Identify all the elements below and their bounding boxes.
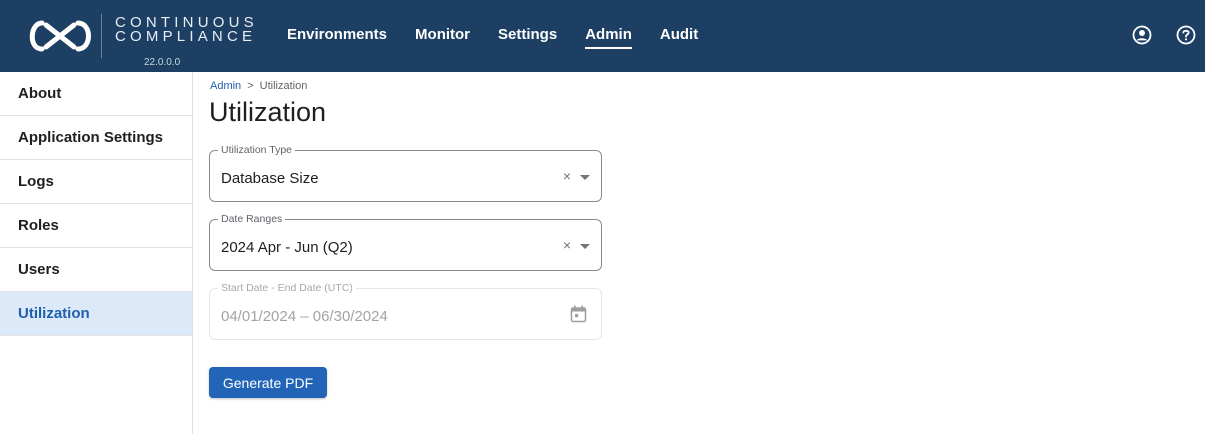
logo-text-line2: COMPLIANCE bbox=[115, 28, 257, 45]
date-ranges-clear-icon[interactable]: × bbox=[563, 237, 571, 253]
nav-admin[interactable]: Admin bbox=[585, 26, 632, 49]
date-range-picker: Start Date - End Date (UTC) 04/01/2024 –… bbox=[209, 282, 602, 340]
calendar-icon bbox=[570, 305, 587, 323]
sidebar-item-about[interactable]: About bbox=[0, 72, 192, 116]
main-nav: Environments Monitor Settings Admin Audi… bbox=[287, 26, 698, 49]
nav-monitor[interactable]: Monitor bbox=[415, 26, 470, 49]
top-app-bar: CONTINUOUS COMPLIANCE 22.0.0.0 Environme… bbox=[0, 0, 1205, 72]
logo-icon bbox=[29, 20, 91, 52]
sidebar-item-users[interactable]: Users bbox=[0, 248, 192, 292]
nav-settings[interactable]: Settings bbox=[498, 26, 557, 49]
utilization-type-label: Utilization Type bbox=[218, 144, 296, 156]
generate-pdf-button[interactable]: Generate PDF bbox=[209, 367, 327, 398]
chevron-down-icon[interactable] bbox=[580, 175, 590, 180]
breadcrumb-admin-link[interactable]: Admin bbox=[210, 80, 241, 92]
date-ranges-label: Date Ranges bbox=[218, 213, 286, 225]
utilization-type-value: Database Size bbox=[221, 170, 319, 187]
sidebar-item-logs[interactable]: Logs bbox=[0, 160, 192, 204]
date-range-picker-label: Start Date - End Date (UTC) bbox=[218, 282, 356, 294]
breadcrumb: Admin > Utilization bbox=[210, 80, 307, 92]
sidebar-item-application-settings[interactable]: Application Settings bbox=[0, 116, 192, 160]
logo-wordmark: CONTINUOUS COMPLIANCE bbox=[115, 15, 258, 45]
chevron-down-icon[interactable] bbox=[580, 244, 590, 249]
date-ranges-value: 2024 Apr - Jun (Q2) bbox=[221, 239, 353, 256]
nav-audit[interactable]: Audit bbox=[660, 26, 698, 49]
logo-divider bbox=[101, 14, 102, 58]
utilization-type-select[interactable]: Utilization Type Database Size × bbox=[209, 144, 602, 202]
nav-environments[interactable]: Environments bbox=[287, 26, 387, 49]
page-title: Utilization bbox=[209, 97, 327, 127]
sidebar-item-utilization[interactable]: Utilization bbox=[0, 292, 192, 336]
admin-sidebar: About Application Settings Logs Roles Us… bbox=[0, 72, 193, 434]
sidebar-item-roles[interactable]: Roles bbox=[0, 204, 192, 248]
date-ranges-select[interactable]: Date Ranges 2024 Apr - Jun (Q2) × bbox=[209, 213, 602, 271]
help-circle-icon[interactable] bbox=[1176, 25, 1196, 45]
breadcrumb-current: Utilization bbox=[259, 80, 308, 92]
account-circle-icon[interactable] bbox=[1132, 25, 1152, 45]
utilization-type-clear-icon[interactable]: × bbox=[563, 168, 571, 184]
breadcrumb-separator: > bbox=[247, 80, 254, 92]
app-version: 22.0.0.0 bbox=[144, 57, 181, 68]
date-range-picker-value: 04/01/2024 – 06/30/2024 bbox=[221, 308, 388, 325]
